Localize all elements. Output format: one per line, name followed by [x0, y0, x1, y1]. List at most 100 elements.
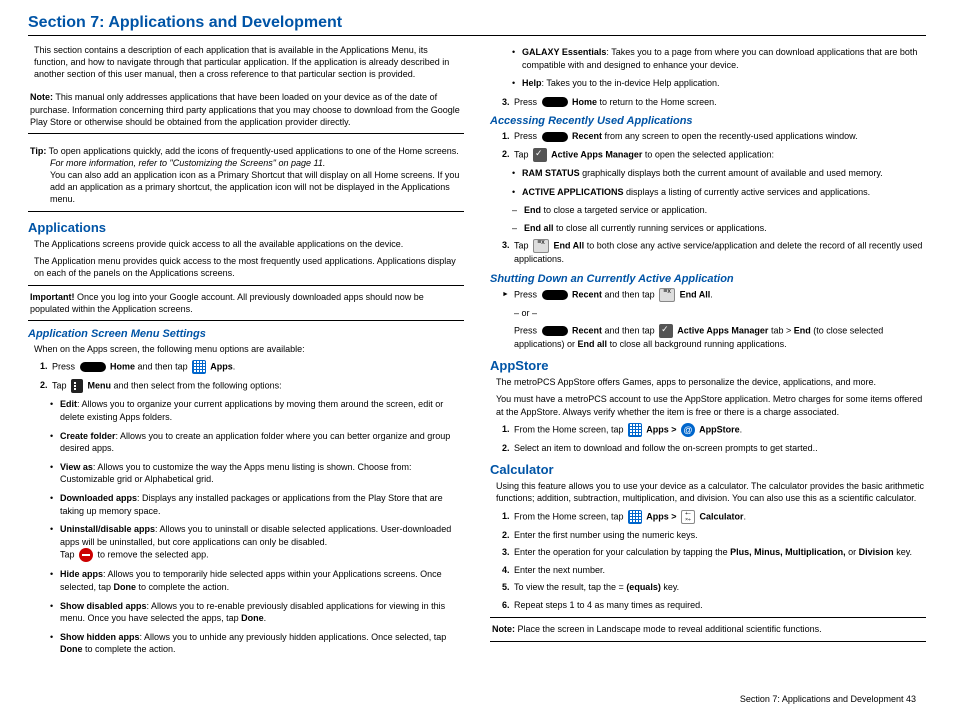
- tip-label: Tip:: [30, 146, 46, 156]
- t: End: [524, 205, 541, 215]
- recent-steps: 1.Press Recent from any screen to open t…: [490, 130, 926, 162]
- t: Press: [514, 131, 540, 141]
- two-column-layout: This section contains a description of e…: [28, 44, 926, 662]
- menu-settings-heading: Application Screen Menu Settings: [28, 328, 464, 340]
- r-step-3-list: 3.Tap ≡x End All to both close any activ…: [490, 239, 926, 266]
- t: to close a targeted service or applicati…: [541, 205, 707, 215]
- task-icon: [533, 148, 547, 162]
- t: Press: [514, 97, 540, 107]
- r-step-2: 2.Tap Active Apps Manager to open the se…: [502, 148, 926, 162]
- t: Recent: [570, 131, 603, 141]
- section-title: Section 7: Applications and Development: [28, 14, 926, 36]
- active-bullets: RAM STATUS graphically displays both the…: [490, 167, 926, 198]
- t: Menu: [85, 381, 111, 391]
- t: : Takes you to the in-device Help applic…: [542, 78, 720, 88]
- t: to close all background running applicat…: [607, 339, 787, 349]
- apps-icon: [628, 510, 642, 524]
- apps-icon: [628, 423, 642, 437]
- t: Tap: [52, 381, 69, 391]
- t: Active Apps Manager: [675, 325, 768, 335]
- c-step-4: 4.Enter the next number.: [502, 564, 926, 577]
- opt-galaxy: GALAXY Essentials: Takes you to a page f…: [512, 46, 926, 71]
- end-all: End all to close all currently running s…: [512, 222, 926, 235]
- calc-heading: Calculator: [490, 462, 926, 477]
- t: from any screen to open the recently-use…: [602, 131, 858, 141]
- t: Edit: [60, 399, 77, 409]
- t: Calculator: [697, 511, 744, 521]
- recent-icon: [542, 290, 568, 300]
- shutdown-heading: Shutting Down an Currently Active Applic…: [490, 273, 926, 285]
- at-icon: @: [681, 423, 695, 437]
- important-label: Important!: [30, 292, 75, 302]
- t: End all: [524, 223, 554, 233]
- menu-options-cont: GALAXY Essentials: Takes you to a page f…: [490, 46, 926, 90]
- step-3: 3.Press Home to return to the Home scree…: [502, 96, 926, 109]
- r-step-3: 3.Tap ≡x End All to both close any activ…: [502, 239, 926, 266]
- menu-icon: [71, 379, 83, 393]
- t: View as: [60, 462, 93, 472]
- page-footer: Section 7: Applications and Development …: [740, 694, 916, 704]
- t: to complete the action.: [83, 644, 176, 654]
- c-step-3: 3.Enter the operation for your calculati…: [502, 546, 926, 559]
- t: Done: [114, 582, 137, 592]
- menu-options: Edit: Allows you to organize your curren…: [28, 398, 464, 656]
- calc-note-box: Note: Place the screen in Landscape mode…: [490, 617, 926, 641]
- appstore-p1: The metroPCS AppStore offers Games, apps…: [490, 376, 926, 388]
- t: to close all currently running services …: [554, 223, 767, 233]
- t: : Allows you to create an application fo…: [60, 431, 450, 454]
- calc-note: Place the screen in Landscape mode to re…: [515, 624, 822, 634]
- t: Show disabled apps: [60, 601, 147, 611]
- r-step-1: 1.Press Recent from any screen to open t…: [502, 130, 926, 143]
- note-label: Note:: [492, 624, 515, 634]
- note-label: Note:: [30, 92, 53, 102]
- t: Division: [859, 547, 894, 557]
- t: to return to the Home screen.: [597, 97, 717, 107]
- t: Press: [52, 362, 78, 372]
- home-icon: [542, 97, 568, 107]
- t: Done: [60, 644, 83, 654]
- recent-heading: Accessing Recently Used Applications: [490, 115, 926, 127]
- t: Uninstall/disable apps: [60, 524, 155, 534]
- t: Select an item to download and follow th…: [514, 443, 818, 453]
- t: Help: [522, 78, 542, 88]
- t: or: [846, 547, 859, 557]
- t: End: [794, 325, 811, 335]
- step-3-list: 3.Press Home to return to the Home scree…: [490, 96, 926, 109]
- home-icon: [80, 362, 106, 372]
- t: To view the result, tap the =: [514, 582, 626, 592]
- as-step-2: 2.Select an item to download and follow …: [502, 442, 926, 455]
- t: key.: [894, 547, 912, 557]
- t: Create folder: [60, 431, 116, 441]
- step-1: 1.Press Home and then tap Apps.: [40, 360, 464, 374]
- left-column: This section contains a description of e…: [28, 44, 464, 662]
- t: and then select from the following optio…: [111, 381, 282, 391]
- opt-show-disabled: Show disabled apps: Allows you to re-ena…: [50, 600, 464, 625]
- endall-icon: ≡x: [659, 288, 675, 302]
- t: Hide apps: [60, 569, 103, 579]
- t: End all: [578, 339, 608, 349]
- opt-view-as: View as: Allows you to customize the way…: [50, 461, 464, 486]
- note-box: Note: This manual only addresses applica…: [28, 86, 464, 133]
- t: Tap: [514, 241, 531, 251]
- c-step-2: 2.Enter the first number using the numer…: [502, 529, 926, 542]
- t: AppStore: [697, 424, 740, 434]
- end-one: End to close a targeted service or appli…: [512, 204, 926, 217]
- tip-line2: For more information, refer to "Customiz…: [50, 158, 325, 168]
- active-apps: ACTIVE APPLICATIONS displays a listing o…: [512, 186, 926, 199]
- c-step-5: 5.To view the result, tap the = (equals)…: [502, 581, 926, 594]
- recent-icon: [542, 326, 568, 336]
- t: Downloaded apps: [60, 493, 137, 503]
- opt-uninstall: Uninstall/disable apps: Allows you to un…: [50, 523, 464, 562]
- t: tab >: [768, 325, 793, 335]
- t: and then tap: [135, 362, 190, 372]
- tip-line1: To open applications quickly, add the ic…: [46, 146, 458, 156]
- t: RAM STATUS: [522, 168, 580, 178]
- t: to complete the action.: [136, 582, 229, 592]
- task-icon: [659, 324, 673, 338]
- shutdown-step2: Press Recent and then tap Active Apps Ma…: [490, 324, 926, 350]
- note-text: This manual only addresses applications …: [30, 92, 460, 126]
- t: End All: [677, 289, 710, 299]
- opt-create-folder: Create folder: Allows you to create an a…: [50, 430, 464, 455]
- opt-help: Help: Takes you to the in-device Help ap…: [512, 77, 926, 90]
- t: and then tap: [602, 289, 657, 299]
